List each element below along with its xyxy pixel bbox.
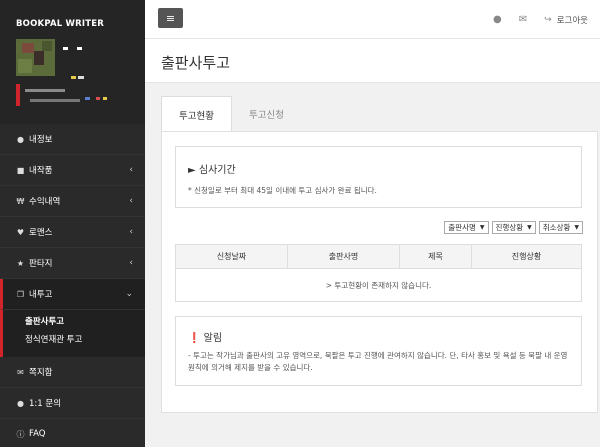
- sidebar-item-label: 수익내역: [29, 197, 61, 207]
- sidebar-item-label: 판타지: [29, 259, 53, 269]
- sidebar-item-label: 로맨스: [29, 228, 53, 238]
- megaphone-icon: ►: [188, 165, 196, 176]
- tab-submission-status[interactable]: 투고현황: [161, 96, 232, 132]
- info-icon: ⓘ: [16, 429, 25, 439]
- sidebar-item-label: 1:1 문의: [29, 399, 62, 409]
- chevron-left-icon: ‹: [129, 196, 133, 206]
- sidebar-item-revenue[interactable]: ₩ 수익내역 ‹: [0, 186, 145, 217]
- column-header-date: 신청날짜: [175, 244, 288, 269]
- chevron-down-icon: ⌄: [125, 289, 133, 299]
- page-header: 출판사투고: [145, 39, 600, 83]
- review-period-desc: * 신청일로 부터 최대 45일 이내에 투고 심사가 완료 됩니다.: [188, 186, 377, 195]
- column-header-title: 제목: [399, 244, 472, 269]
- table-header-row: 신청날짜 출판사명 제목 진행상황: [175, 244, 582, 269]
- sidebar-item-label: 쪽지함: [29, 368, 53, 378]
- user-icon[interactable]: ●: [493, 14, 502, 25]
- sidebar: BOOKPAL WRITER ● 내정보 ■ 내작품 ‹ ₩ 수익내역 ‹ ♥ …: [0, 0, 145, 447]
- topbar-actions: ● ✉ ↪ 로그아웃: [493, 0, 600, 39]
- cancel-filter-select[interactable]: 취소상황 ▼: [538, 221, 583, 234]
- page-title: 출판사투고: [161, 54, 231, 72]
- sidebar-item-my-submissions[interactable]: ❐ 내투고 ⌄: [0, 279, 145, 310]
- avatar[interactable]: [16, 39, 55, 76]
- sidebar-item-my-info[interactable]: ● 내정보: [0, 124, 145, 155]
- copy-icon: ❐: [16, 289, 25, 299]
- submission-table: 신청날짜 출판사명 제목 진행상황 > 투고현황이 존재하지 않습니다.: [175, 244, 582, 302]
- review-period-box: ► 심사기간 * 신청일로 부터 최대 45일 이내에 투고 심사가 완료 됩니…: [175, 146, 582, 208]
- review-period-title: ► 심사기간: [188, 165, 236, 176]
- sidebar-item-messages[interactable]: ✉ 쪽지함: [0, 357, 145, 388]
- sidebar-subitem-publisher-submission[interactable]: 출판사투고: [25, 313, 145, 331]
- sidebar-item-label: 내정보: [29, 135, 53, 145]
- hamburger-icon: ≡: [165, 11, 176, 25]
- caret-down-icon: ▼: [527, 224, 532, 231]
- star-icon: ★: [16, 258, 25, 268]
- sidebar-item-my-works[interactable]: ■ 내작품 ‹: [0, 155, 145, 186]
- chevron-left-icon: ‹: [129, 165, 133, 175]
- logout-button[interactable]: ↪ 로그아웃: [544, 14, 588, 26]
- sidebar-subitem-serial-submission[interactable]: 정식연재관 투고: [25, 331, 145, 349]
- sidebar-menu: ● 내정보 ■ 내작품 ‹ ₩ 수익내역 ‹ ♥ 로맨스 ‹ ★ 판타지 ‹ ❐…: [0, 124, 145, 447]
- exclamation-circle-icon: ❗: [188, 333, 201, 344]
- chevron-left-icon: ‹: [129, 227, 133, 237]
- menu-toggle-button[interactable]: ≡: [158, 8, 183, 28]
- tab-submission-apply[interactable]: 투고신청: [232, 96, 301, 132]
- publisher-filter-select[interactable]: 출판사명 ▼: [444, 221, 489, 234]
- status-indicator: [16, 84, 20, 106]
- logout-label: 로그아웃: [556, 15, 588, 26]
- sidebar-submenu: 출판사투고 정식연재관 투고: [0, 310, 145, 357]
- envelope-icon[interactable]: ✉: [519, 14, 527, 25]
- notice-title: ❗ 알림: [188, 333, 223, 344]
- column-header-publisher: 출판사명: [287, 244, 400, 269]
- column-header-progress: 진행상황: [471, 244, 582, 269]
- topbar: ≡ ● ✉ ↪ 로그아웃: [145, 0, 600, 39]
- tab-bar: 투고현황 투고신청: [161, 96, 301, 132]
- envelope-icon: ✉: [17, 367, 24, 377]
- sidebar-item-fantasy[interactable]: ★ 판타지 ‹: [0, 248, 145, 279]
- book-icon: ■: [16, 165, 25, 175]
- chevron-left-icon: ‹: [129, 258, 133, 268]
- caret-down-icon: ▼: [574, 224, 579, 231]
- empty-message: > 투고현황이 존재하지 않습니다.: [175, 268, 582, 302]
- comments-icon: ●: [17, 398, 24, 408]
- notice-desc: - 투고는 작가님과 출판사의 고유 영역으로, 북팔은 투고 진행에 관여하지…: [188, 351, 568, 372]
- notice-box: ❗ 알림 - 투고는 작가님과 출판사의 고유 영역으로, 북팔은 투고 진행에…: [175, 316, 582, 386]
- sidebar-item-romance[interactable]: ♥ 로맨스 ‹: [0, 217, 145, 248]
- progress-filter-select[interactable]: 진행상황 ▼: [491, 221, 536, 234]
- filter-bar: 출판사명 ▼ 진행상황 ▼ 취소상황 ▼: [444, 221, 583, 234]
- heart-icon: ♥: [16, 227, 25, 237]
- sign-out-icon: ↪: [544, 14, 552, 25]
- won-icon: ₩: [16, 196, 25, 206]
- sidebar-item-label: 내투고: [29, 290, 53, 300]
- user-icon: ●: [17, 134, 24, 144]
- sidebar-item-inquiry[interactable]: ● 1:1 문의: [0, 388, 145, 419]
- table-row: > 투고현황이 존재하지 않습니다.: [175, 268, 582, 302]
- sidebar-item-faq[interactable]: ⓘ FAQ: [0, 419, 145, 447]
- brand-logo[interactable]: BOOKPAL WRITER: [16, 19, 104, 29]
- sidebar-item-label: FAQ: [29, 429, 46, 439]
- profile-area: BOOKPAL WRITER: [0, 0, 145, 124]
- sidebar-item-label: 내작품: [29, 166, 53, 176]
- caret-down-icon: ▼: [479, 224, 485, 231]
